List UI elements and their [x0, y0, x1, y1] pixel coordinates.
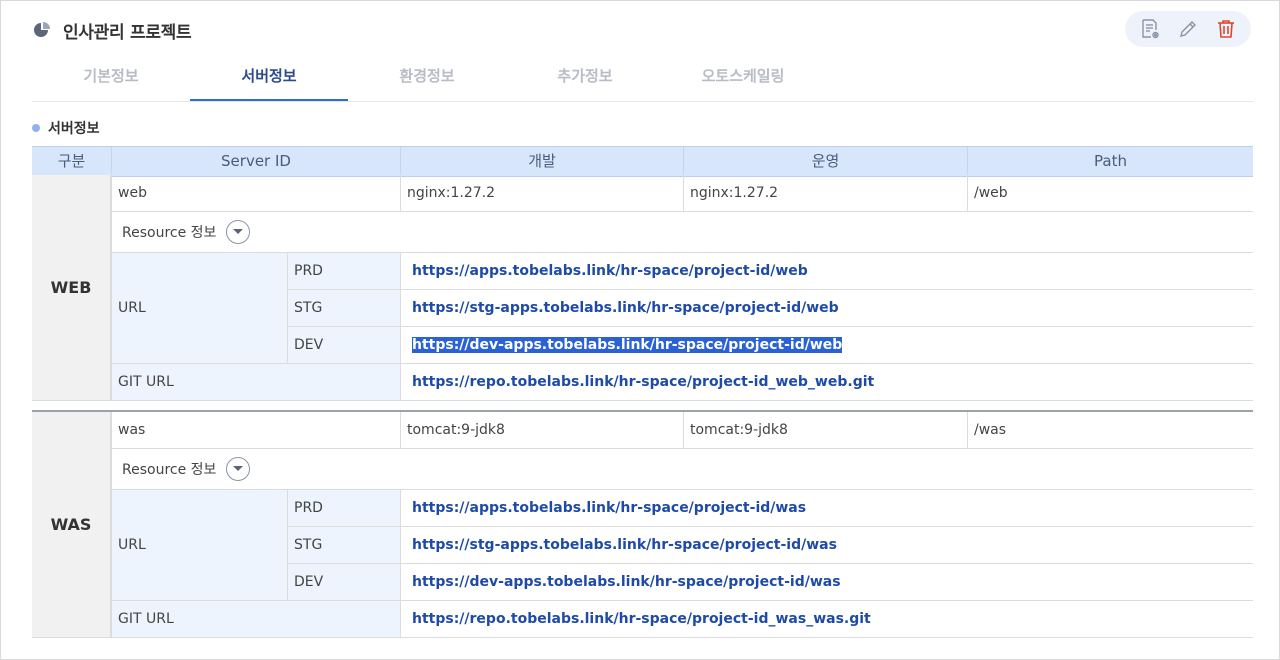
column-divider — [400, 412, 401, 448]
resource-info-label: Resource 정보 — [122, 225, 217, 241]
prod-image: tomcat:9-jdk8 — [690, 422, 788, 438]
tab-env-info[interactable]: 환경정보 — [348, 59, 506, 100]
env-label-dev: DEV — [294, 574, 324, 590]
url-cell-stg: https://stg-apps.tobelabs.link/hr-space/… — [401, 527, 1253, 563]
env-label-dev: DEV — [294, 337, 324, 353]
column-header-prod: 운영 — [684, 147, 968, 174]
document-settings-icon[interactable] — [1136, 15, 1164, 43]
env-label-prd: PRD — [294, 500, 323, 516]
chevron-down-icon[interactable] — [226, 220, 251, 244]
git-url-link[interactable]: https://repo.tobelabs.link/hr-space/proj… — [412, 374, 874, 390]
column-divider — [967, 412, 968, 448]
url-cell-prd: https://apps.tobelabs.link/hr-space/proj… — [401, 490, 1253, 526]
chevron-down-icon[interactable] — [226, 457, 251, 481]
column-divider — [111, 175, 112, 400]
column-divider — [400, 175, 401, 211]
table-header-row: 구분 Server ID 개발 운영 Path — [32, 146, 1253, 177]
trash-icon[interactable] — [1212, 15, 1240, 43]
url-link-dev[interactable]: https://dev-apps.tobelabs.link/hr-space/… — [412, 574, 841, 590]
url-link-prd[interactable]: https://apps.tobelabs.link/hr-space/proj… — [412, 500, 806, 516]
url-cell-prd: https://apps.tobelabs.link/hr-space/proj… — [401, 253, 1253, 289]
url-link-dev[interactable]: https://dev-apps.tobelabs.link/hr-space/… — [412, 337, 843, 353]
column-divider — [683, 412, 684, 448]
url-link-stg[interactable]: https://stg-apps.tobelabs.link/hr-space/… — [412, 300, 839, 316]
env-label-prd: PRD — [294, 263, 323, 279]
edit-pencil-icon[interactable] — [1174, 15, 1202, 43]
group-label-was: WAS — [32, 412, 111, 637]
page-header: 인사관리 프로젝트 — [33, 17, 192, 43]
group-label-web: WEB — [32, 175, 111, 400]
url-link-stg[interactable]: https://stg-apps.tobelabs.link/hr-space/… — [412, 537, 837, 553]
pie-chart-icon — [33, 21, 51, 39]
server-id: was — [118, 422, 146, 438]
url-cell-dev: https://dev-apps.tobelabs.link/hr-space/… — [401, 327, 1253, 363]
column-divider — [111, 412, 112, 637]
server-path: /web — [974, 185, 1008, 201]
column-header-category: 구분 — [32, 147, 112, 174]
url-cell-stg: https://stg-apps.tobelabs.link/hr-space/… — [401, 290, 1253, 326]
url-label: URL — [118, 537, 146, 553]
dev-image: tomcat:9-jdk8 — [407, 422, 505, 438]
column-header-path: Path — [1094, 151, 1127, 170]
env-label-stg: STG — [294, 300, 323, 316]
url-label: URL — [118, 300, 146, 316]
page-frame: 인사관리 프로젝트 기본정보 서버정보 환경정보 추가정보 오토스케일링 서버정… — [0, 0, 1280, 660]
section-title-label: 서버정보 — [48, 121, 100, 137]
page-title: 인사관리 프로젝트 — [63, 22, 192, 43]
bullet-dot — [32, 124, 40, 132]
column-divider — [400, 490, 401, 637]
resource-info-label: Resource 정보 — [122, 462, 217, 478]
column-divider — [683, 175, 684, 211]
git-url-link[interactable]: https://repo.tobelabs.link/hr-space/proj… — [412, 611, 871, 627]
section-title: 서버정보 — [32, 118, 100, 138]
url-cell-dev: https://dev-apps.tobelabs.link/hr-space/… — [401, 564, 1253, 600]
git-url-cell: https://repo.tobelabs.link/hr-space/proj… — [401, 601, 1253, 637]
column-divider — [400, 253, 401, 400]
server-id: web — [118, 185, 147, 201]
resource-info-row: Resource 정보 — [112, 449, 512, 489]
resource-info-row: Resource 정보 — [112, 212, 512, 252]
tab-server-info[interactable]: 서버정보 — [190, 59, 348, 101]
git-url-label: GIT URL — [118, 374, 174, 390]
column-divider — [287, 253, 288, 363]
dev-image: nginx:1.27.2 — [407, 185, 496, 201]
git-url-cell: https://repo.tobelabs.link/hr-space/proj… — [401, 364, 1253, 400]
column-divider — [967, 175, 968, 211]
row-divider — [32, 637, 1253, 638]
column-header-server-id: Server ID — [112, 147, 401, 174]
column-header-dev: 개발 — [401, 147, 684, 174]
server-path: /was — [974, 422, 1007, 438]
tab-extra-info[interactable]: 추가정보 — [506, 59, 664, 100]
tab-bar: 기본정보 서버정보 환경정보 추가정보 오토스케일링 — [32, 59, 1253, 102]
row-divider — [32, 400, 1253, 401]
prod-image: nginx:1.27.2 — [690, 185, 779, 201]
tab-autoscaling[interactable]: 오토스케일링 — [664, 59, 822, 100]
tab-basic-info[interactable]: 기본정보 — [32, 59, 190, 100]
column-divider — [287, 490, 288, 600]
git-url-label: GIT URL — [118, 611, 174, 627]
url-link-prd[interactable]: https://apps.tobelabs.link/hr-space/proj… — [412, 263, 808, 279]
env-label-stg: STG — [294, 537, 323, 553]
action-toolbar — [1125, 11, 1251, 47]
